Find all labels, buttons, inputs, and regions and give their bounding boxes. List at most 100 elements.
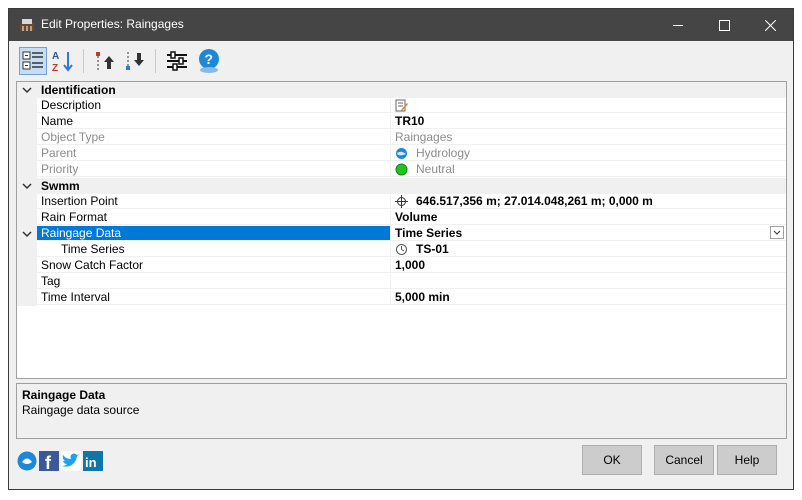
- cancel-button[interactable]: Cancel: [654, 445, 714, 475]
- category-label: Identification: [41, 83, 116, 97]
- property-row-snow-catch-factor[interactable]: Snow Catch Factor 1,000: [17, 258, 786, 274]
- az-sort-icon: A Z: [52, 51, 73, 73]
- alphabetical-sort-button[interactable]: A Z: [49, 47, 77, 75]
- help-description: Raingage data source: [22, 403, 140, 417]
- row-gutter: [17, 194, 37, 210]
- chevron-down-icon[interactable]: [21, 179, 33, 193]
- property-value[interactable]: Volume: [391, 210, 786, 225]
- priority-dot-icon: [395, 163, 408, 176]
- property-name: Insertion Point: [37, 194, 391, 209]
- row-gutter: [17, 98, 37, 114]
- help-toolbar-button[interactable]: ?: [195, 47, 223, 75]
- hydrology-globe-icon: [396, 148, 407, 160]
- move-down-icon: [126, 52, 144, 70]
- property-name: Rain Format: [37, 210, 391, 225]
- app-icon: [20, 19, 34, 31]
- property-name: Name: [37, 114, 391, 129]
- row-gutter: [17, 258, 37, 274]
- property-value[interactable]: [391, 274, 786, 289]
- category-swmm[interactable]: Swmm: [17, 178, 786, 194]
- row-gutter: [17, 146, 37, 162]
- property-name: Priority: [37, 162, 391, 177]
- settings-button[interactable]: [163, 47, 191, 75]
- svg-text:Z: Z: [52, 63, 58, 73]
- property-value[interactable]: TR10: [391, 114, 786, 129]
- property-value[interactable]: 5,000 min: [391, 290, 786, 305]
- property-name: Time Series: [37, 242, 391, 257]
- property-value[interactable]: Time Series: [391, 226, 786, 241]
- help-title: Raingage Data: [22, 388, 106, 402]
- website-icon[interactable]: [17, 451, 37, 471]
- minimize-button[interactable]: [655, 9, 701, 41]
- title-bar[interactable]: Edit Properties: Raingages: [9, 9, 793, 41]
- property-value[interactable]: TS-01: [391, 242, 786, 257]
- help-panel: Raingage Data Raingage data source: [16, 383, 787, 439]
- property-name: Parent: [37, 146, 391, 161]
- property-row-insertion-point[interactable]: Insertion Point 646.517,356 m; 27.014.04…: [17, 194, 786, 210]
- property-value[interactable]: 646.517,356 m; 27.014.048,261 m; 0,000 m: [391, 194, 786, 209]
- property-value: Hydrology: [391, 146, 786, 161]
- move-down-button[interactable]: [121, 47, 149, 75]
- maximize-icon: [718, 19, 730, 31]
- row-gutter: [17, 290, 37, 306]
- property-value: Raingages: [391, 130, 786, 145]
- close-icon: [764, 19, 776, 31]
- move-up-button[interactable]: [91, 47, 119, 75]
- property-row-time-series[interactable]: Time Series TS-01: [17, 242, 786, 258]
- move-up-icon: [96, 52, 114, 70]
- row-gutter: [17, 114, 37, 130]
- property-name: Object Type: [37, 130, 391, 145]
- property-row-name[interactable]: Name TR10: [17, 114, 786, 130]
- close-button[interactable]: [747, 9, 793, 41]
- property-name: Description: [37, 98, 391, 113]
- property-row-object-type: Object Type Raingages: [17, 130, 786, 146]
- chevron-down-icon[interactable]: [21, 83, 33, 97]
- property-row-time-interval[interactable]: Time Interval 5,000 min: [17, 290, 786, 306]
- property-grid[interactable]: Identification Description Name TR10 Obj…: [16, 81, 787, 379]
- property-row-tag[interactable]: Tag: [17, 274, 786, 290]
- property-value: Neutral: [391, 162, 786, 177]
- chevron-down-icon[interactable]: [21, 227, 33, 241]
- property-name: Raingage Data: [37, 226, 391, 241]
- property-value[interactable]: 1,000: [391, 258, 786, 273]
- linkedin-icon[interactable]: in: [83, 451, 103, 471]
- category-identification[interactable]: Identification: [17, 82, 786, 98]
- property-row-raingage-data[interactable]: Raingage Data Time Series: [17, 226, 786, 242]
- svg-text:f: f: [45, 453, 52, 471]
- property-row-rain-format[interactable]: Rain Format Volume: [17, 210, 786, 226]
- row-gutter: [17, 210, 37, 226]
- twitter-icon[interactable]: [61, 451, 81, 471]
- ok-button[interactable]: OK: [582, 445, 642, 475]
- property-name: Snow Catch Factor: [37, 258, 391, 273]
- help-icon: ?: [199, 49, 219, 73]
- minimize-icon: [672, 24, 683, 26]
- help-button[interactable]: Help: [717, 445, 777, 475]
- chevron-down-icon: [773, 230, 781, 235]
- property-name: Tag: [37, 274, 391, 289]
- svg-text:?: ?: [205, 51, 214, 67]
- row-gutter: [17, 130, 37, 146]
- time-series-icon[interactable]: [395, 243, 408, 256]
- maximize-button[interactable]: [701, 9, 747, 41]
- row-gutter: [17, 274, 37, 290]
- property-row-description[interactable]: Description: [17, 98, 786, 114]
- categorized-view-button[interactable]: [19, 47, 47, 75]
- toolbar: A Z ?: [9, 41, 793, 81]
- crosshair-icon[interactable]: [395, 195, 408, 209]
- property-row-parent: Parent Hydrology: [17, 146, 786, 162]
- edit-note-icon[interactable]: [395, 99, 408, 112]
- toolbar-separator: [155, 49, 156, 73]
- svg-text:A: A: [52, 51, 59, 62]
- facebook-icon[interactable]: f: [39, 451, 59, 471]
- dropdown-button[interactable]: [770, 226, 784, 239]
- window-title: Edit Properties: Raingages: [41, 17, 184, 31]
- category-label: Swmm: [41, 179, 80, 193]
- property-value[interactable]: [391, 98, 786, 113]
- toolbar-separator: [83, 49, 84, 73]
- row-gutter: [17, 226, 37, 242]
- row-gutter: [17, 162, 37, 178]
- property-name: Time Interval: [37, 290, 391, 305]
- svg-text:in: in: [85, 455, 97, 470]
- edit-properties-window: Edit Properties: Raingages A Z ? Identif…: [8, 8, 794, 490]
- categorized-list-icon: [22, 51, 43, 70]
